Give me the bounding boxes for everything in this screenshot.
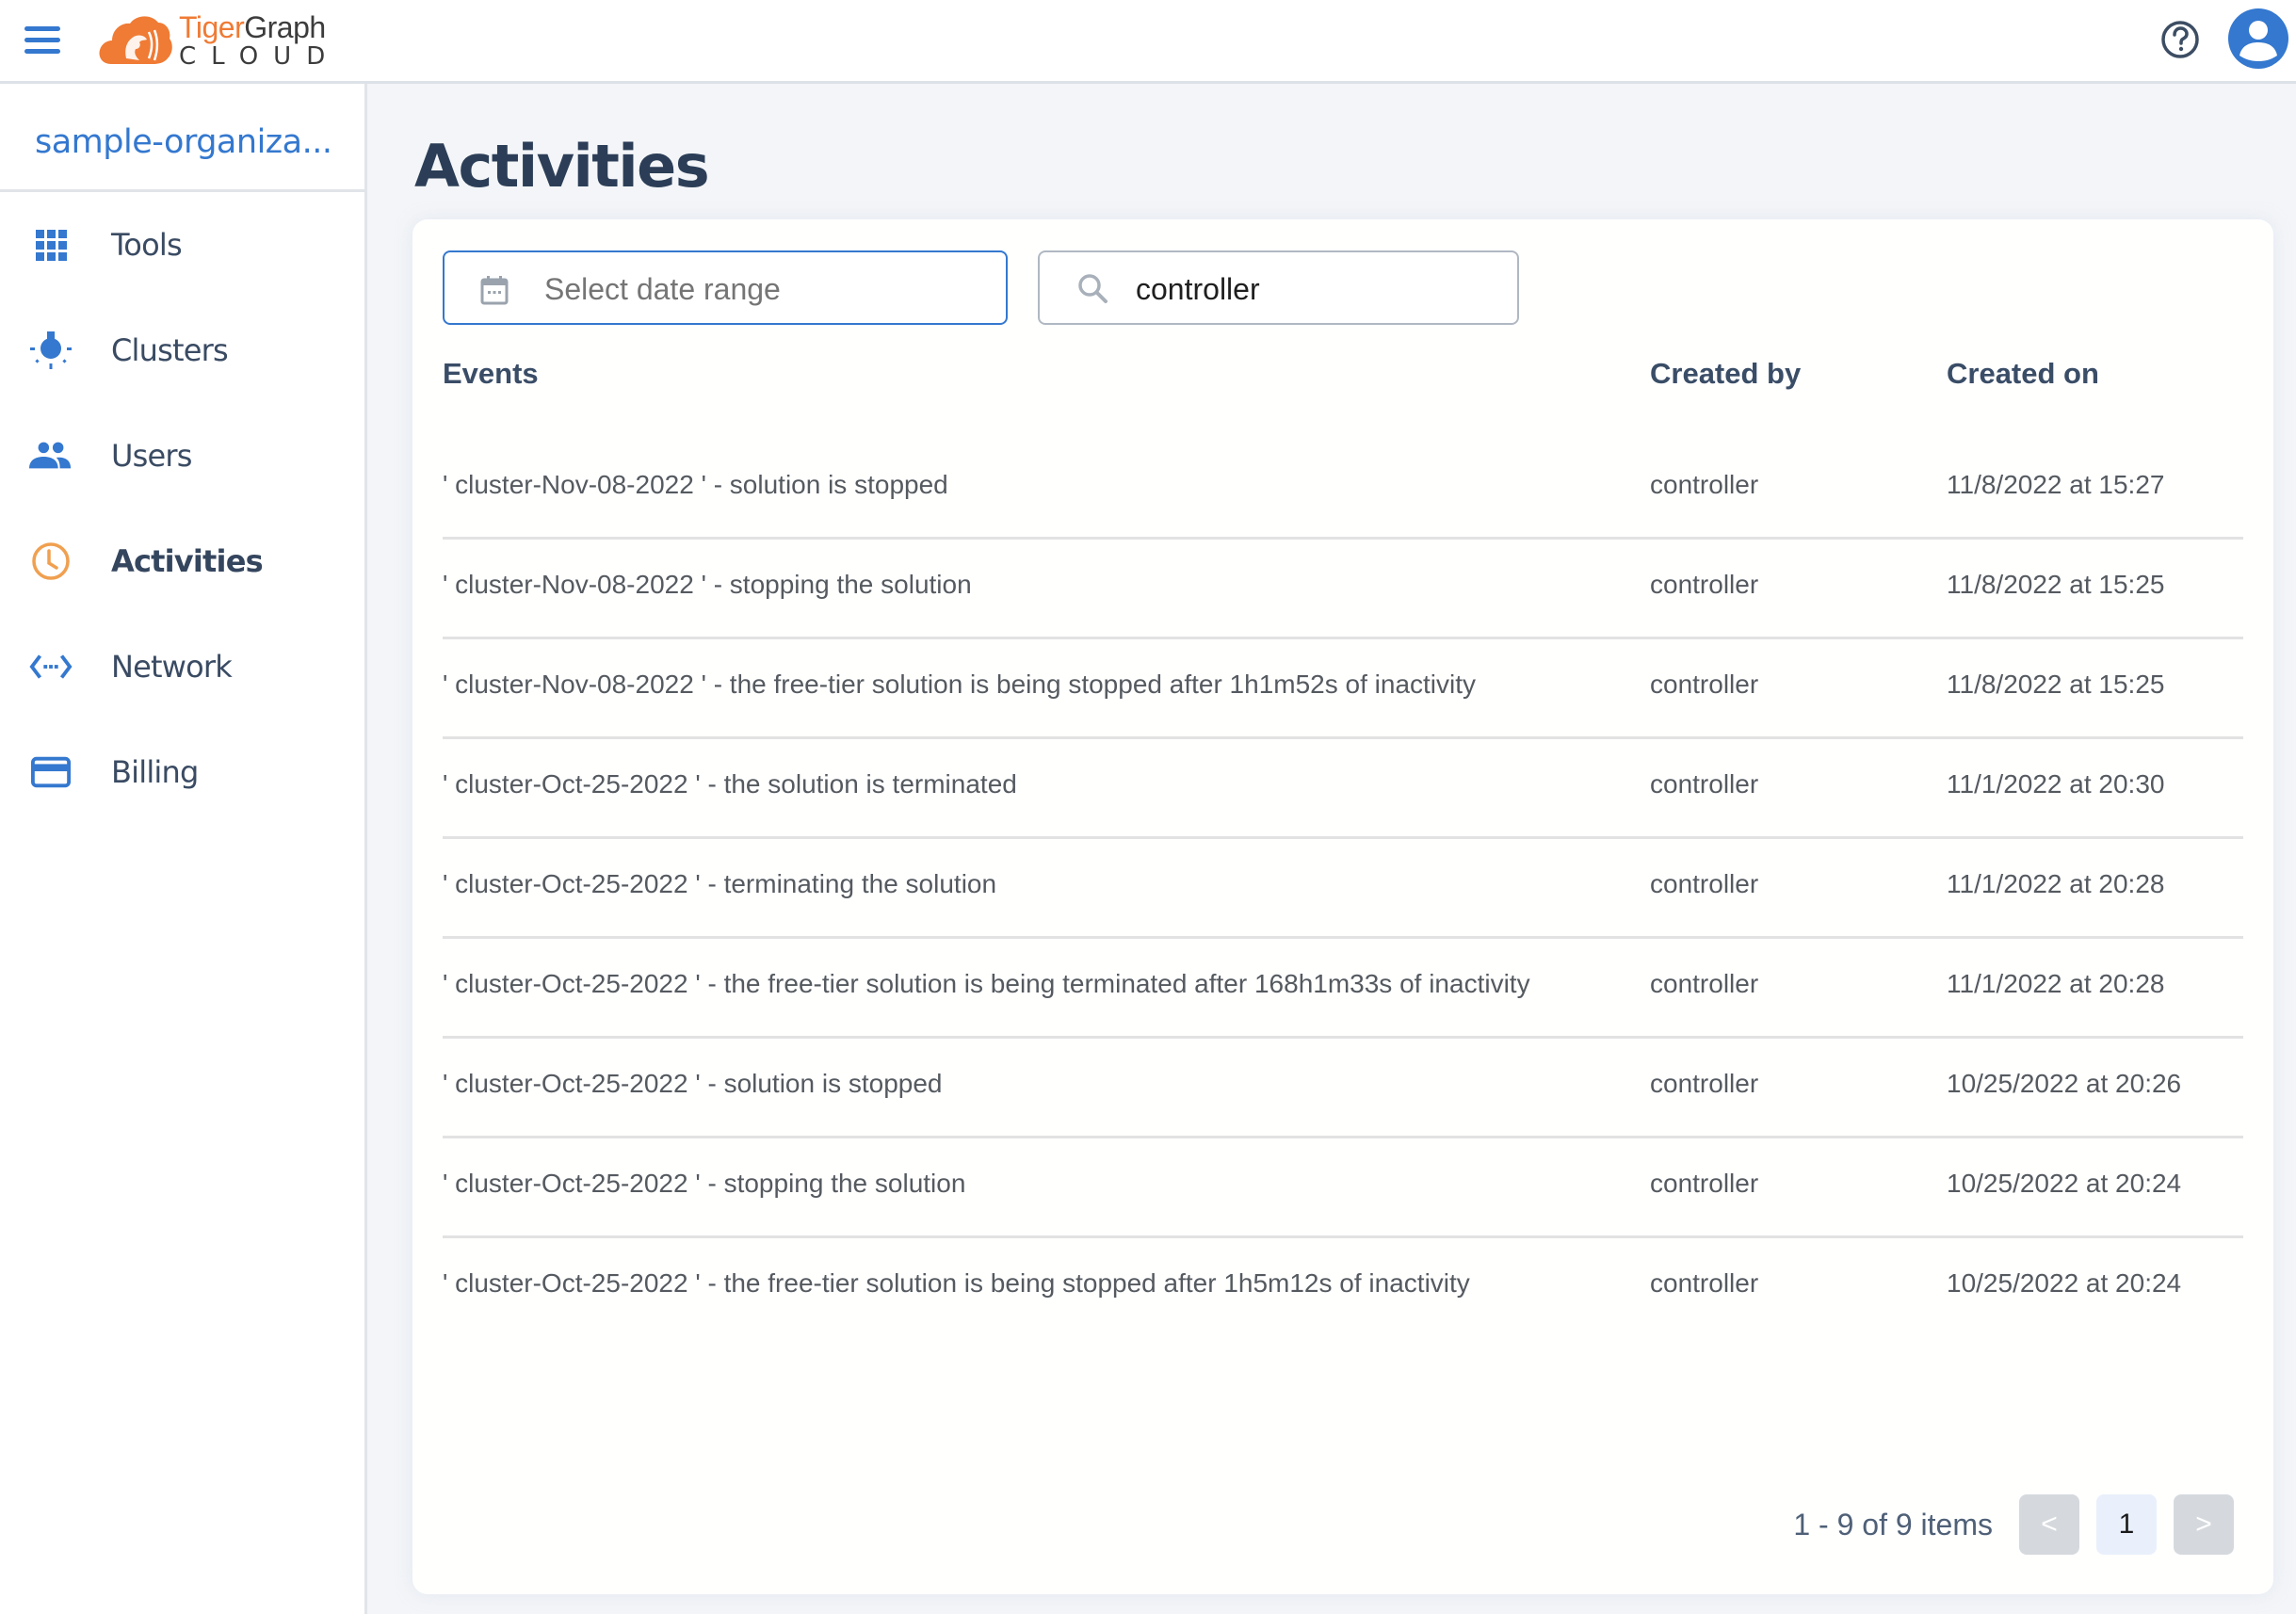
network-code-icon [28, 644, 73, 689]
sidebar-item-label: Network [111, 649, 233, 685]
table-row: ' cluster-Nov-08-2022 ' - stopping the s… [443, 540, 2243, 639]
users-icon [28, 433, 73, 478]
created-by-cell: controller [1650, 769, 1759, 799]
date-range-picker[interactable]: Select date range [443, 250, 1008, 325]
created-on-cell: 11/1/2022 at 20:28 [1947, 969, 2165, 998]
table-row: ' cluster-Oct-25-2022 ' - the solution i… [443, 739, 2243, 839]
column-header-events[interactable]: Events [443, 357, 539, 391]
date-range-placeholder: Select date range [544, 272, 781, 306]
created-on-cell: 11/1/2022 at 20:28 [1947, 869, 2165, 898]
sidebar-item-label: Activities [111, 543, 264, 579]
search-icon [1077, 273, 1109, 305]
sidebar-item-label: Clusters [111, 332, 229, 368]
table-row: ' cluster-Oct-25-2022 ' - terminating th… [443, 839, 2243, 939]
credit-card-icon [28, 750, 73, 795]
activities-card: Select date range controller Events Crea… [412, 219, 2273, 1594]
created-on-cell: 10/25/2022 at 20:26 [1947, 1069, 2182, 1098]
created-on-cell: 11/8/2022 at 15:25 [1947, 670, 2165, 699]
created-on-cell: 11/8/2022 at 15:27 [1947, 470, 2165, 499]
table-row: ' cluster-Nov-08-2022 ' - solution is st… [443, 440, 2243, 540]
created-by-cell: controller [1650, 570, 1759, 599]
event-cell: ' cluster-Nov-08-2022 ' - the free-tier … [443, 670, 1477, 699]
pagination-info: 1 - 9 of 9 items [1793, 1507, 1993, 1541]
event-cell: ' cluster-Nov-08-2022 ' - stopping the s… [443, 570, 972, 599]
created-by-cell: controller [1650, 1268, 1759, 1298]
table-row: ' cluster-Oct-25-2022 ' - the free-tier … [443, 939, 2243, 1039]
sidebar-item-clusters[interactable]: Clusters [0, 313, 364, 388]
logo-brand-cloud: CLOUD [179, 42, 341, 71]
event-cell: ' cluster-Oct-25-2022 ' - the free-tier … [443, 969, 1530, 998]
tiger-cloud-logo-icon [99, 16, 172, 64]
organization-name[interactable]: sample-organiza... [35, 123, 332, 161]
top-header: TigerGraph CLOUD [0, 0, 2296, 84]
table-body: ' cluster-Nov-08-2022 ' - solution is st… [443, 440, 2243, 1338]
sidebar-divider [0, 189, 364, 192]
sidebar-item-network[interactable]: Network [0, 629, 364, 704]
sidebar-item-activities[interactable]: Activities [0, 524, 364, 599]
page-title: Activities [414, 132, 710, 201]
lightbulb-icon [28, 328, 73, 373]
calendar-icon [480, 275, 509, 305]
column-header-created-on[interactable]: Created on [1947, 357, 2099, 391]
table-row: ' cluster-Oct-25-2022 ' - the free-tier … [443, 1238, 2243, 1338]
sidebar-item-label: Billing [111, 754, 199, 790]
event-cell: ' cluster-Nov-08-2022 ' - solution is st… [443, 470, 948, 499]
previous-page-button[interactable]: < [2019, 1494, 2079, 1555]
clock-icon [28, 539, 73, 584]
logo-brand-graph: Graph [244, 10, 326, 44]
created-on-cell: 11/8/2022 at 15:25 [1947, 570, 2165, 599]
event-cell: ' cluster-Oct-25-2022 ' - the free-tier … [443, 1268, 1470, 1298]
logo-brand-tiger: Tiger [179, 10, 245, 44]
activities-table: Events Created by Created on ' cluster-N… [443, 342, 2243, 1315]
hamburger-menu-icon[interactable] [24, 26, 60, 55]
table-row: ' cluster-Oct-25-2022 ' - stopping the s… [443, 1138, 2243, 1238]
page-1-button[interactable]: 1 [2096, 1494, 2157, 1555]
table-row: ' cluster-Nov-08-2022 ' - the free-tier … [443, 639, 2243, 739]
sidebar-item-billing[interactable]: Billing [0, 734, 364, 810]
created-by-cell: controller [1650, 1169, 1759, 1198]
sidebar-item-label: Tools [111, 227, 183, 263]
created-by-cell: controller [1650, 1069, 1759, 1098]
user-avatar-icon[interactable] [2228, 8, 2288, 69]
created-on-cell: 11/1/2022 at 20:30 [1947, 769, 2165, 799]
grid-icon [28, 222, 73, 267]
table-header: Events Created by Created on [443, 342, 2243, 417]
next-page-button[interactable]: > [2174, 1494, 2234, 1555]
created-by-cell: controller [1650, 969, 1759, 998]
event-cell: ' cluster-Oct-25-2022 ' - stopping the s… [443, 1169, 966, 1198]
search-value: controller [1136, 272, 1260, 306]
event-cell: ' cluster-Oct-25-2022 ' - solution is st… [443, 1069, 943, 1098]
created-by-cell: controller [1650, 470, 1759, 499]
search-input[interactable]: controller [1038, 250, 1519, 325]
help-question-icon[interactable] [2159, 19, 2201, 60]
pagination: 1 - 9 of 9 items < 1 > [1793, 1494, 2234, 1555]
column-header-created-by[interactable]: Created by [1650, 357, 1801, 391]
created-on-cell: 10/25/2022 at 20:24 [1947, 1169, 2182, 1198]
sidebar: sample-organiza... Tools Clusters Users … [0, 84, 367, 1614]
sidebar-item-users[interactable]: Users [0, 418, 364, 493]
created-by-cell: controller [1650, 670, 1759, 699]
tigergraph-cloud-logo[interactable]: TigerGraph CLOUD [98, 9, 340, 72]
event-cell: ' cluster-Oct-25-2022 ' - terminating th… [443, 869, 997, 898]
event-cell: ' cluster-Oct-25-2022 ' - the solution i… [443, 769, 1017, 799]
sidebar-item-label: Users [111, 438, 192, 474]
sidebar-item-tools[interactable]: Tools [0, 207, 364, 282]
created-by-cell: controller [1650, 869, 1759, 898]
created-on-cell: 10/25/2022 at 20:24 [1947, 1268, 2182, 1298]
table-row: ' cluster-Oct-25-2022 ' - solution is st… [443, 1039, 2243, 1138]
